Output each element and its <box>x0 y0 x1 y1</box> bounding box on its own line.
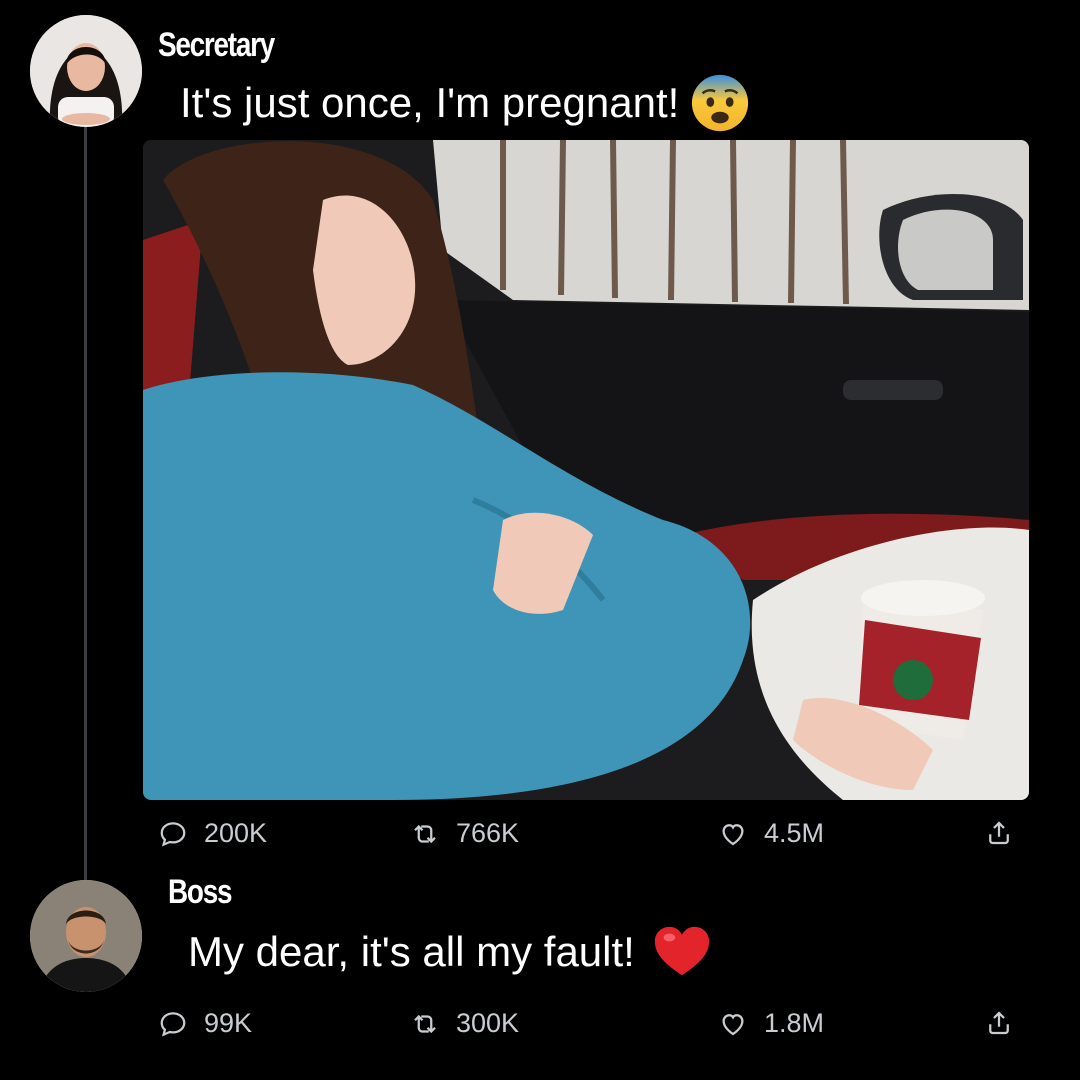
fearful-face-emoji <box>689 72 751 134</box>
secretary-message-text: It's just once, I'm pregnant! <box>180 79 680 126</box>
share-icon <box>984 818 1014 848</box>
like-count: 1.8M <box>764 1008 825 1038</box>
share-icon <box>984 1008 1014 1038</box>
repost-icon <box>410 1009 440 1039</box>
like-count: 4.5M <box>764 818 825 848</box>
post-2-action-bar: 99K 300K 1.8M <box>158 1008 1028 1048</box>
post-image[interactable] <box>143 140 1029 800</box>
secretary-message: It's just once, I'm pregnant! <box>180 72 751 134</box>
repost-count: 300K <box>456 1008 520 1038</box>
repost-icon <box>410 819 440 849</box>
secretary-avatar[interactable] <box>30 15 142 127</box>
reply-button[interactable]: 99K <box>158 1008 252 1039</box>
boss-name[interactable]: Boss <box>168 873 232 912</box>
like-button[interactable]: 1.8M <box>718 1008 824 1039</box>
red-heart-emoji <box>651 921 713 983</box>
reply-icon <box>158 819 188 849</box>
heart-icon <box>718 819 748 849</box>
boss-message: My dear, it's all my fault! <box>188 921 713 983</box>
repost-button[interactable]: 766K <box>410 818 519 849</box>
secretary-name[interactable]: Secretary <box>158 26 275 65</box>
like-button[interactable]: 4.5M <box>718 818 824 849</box>
reply-icon <box>158 1009 188 1039</box>
reply-count: 99K <box>204 1008 253 1038</box>
boss-message-text: My dear, it's all my fault! <box>188 928 635 975</box>
reply-count: 200K <box>204 818 268 848</box>
repost-count: 766K <box>456 818 520 848</box>
boss-avatar[interactable] <box>30 880 142 992</box>
share-button[interactable] <box>984 818 1014 848</box>
post-1-action-bar: 200K 766K 4.5M <box>158 818 1028 858</box>
heart-icon <box>718 1009 748 1039</box>
share-button[interactable] <box>984 1008 1014 1038</box>
repost-button[interactable]: 300K <box>410 1008 519 1039</box>
thread-connector-line <box>84 126 87 882</box>
reply-button[interactable]: 200K <box>158 818 267 849</box>
